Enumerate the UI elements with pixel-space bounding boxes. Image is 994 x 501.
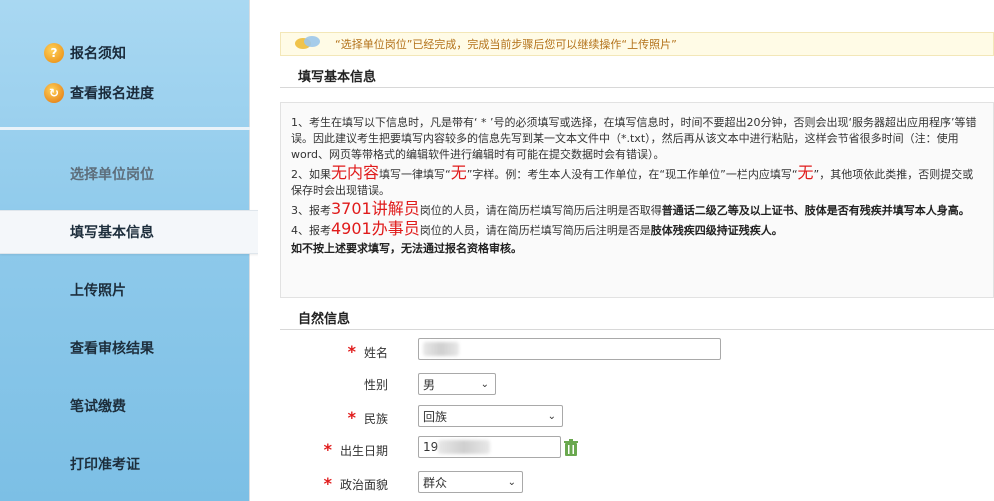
sidebar-link-progress-label: 查看报名进度 (70, 86, 154, 102)
sidebar-top-links: ? 报名须知 ↻ 查看报名进度 (44, 40, 154, 120)
gender-label-wrap: 性别 (258, 376, 388, 393)
trash-icon[interactable] (563, 439, 579, 457)
rule-4-a: 4、报考 (291, 224, 331, 237)
political-label: 政治面貌 (339, 478, 388, 492)
chevron-down-icon: ⌄ (480, 378, 489, 390)
ethnicity-label-wrap: * 民族 (258, 408, 388, 427)
rule-2-emph-1: 无内容 (331, 163, 380, 182)
birthdate-value: 19 (423, 440, 439, 454)
required-star: * (323, 474, 332, 493)
rule-4-bold: 肢体残疾四级持证残疾人。 (650, 224, 783, 237)
required-star: * (347, 408, 356, 427)
sidebar-link-notice-label: 报名须知 (70, 46, 126, 62)
rule-4: 4、报考4901办事员岗位的人员，请在简历栏填写简历后注明是否是肢体残疾四级持证… (291, 221, 983, 239)
chevron-down-icon: ⌄ (507, 476, 516, 488)
step-exam-payment[interactable]: 笔试缴费 (0, 384, 250, 428)
required-star: * (323, 440, 332, 459)
step-basic-info[interactable]: 填写基本信息 (0, 210, 259, 254)
step-select-position: 选择单位岗位 (0, 152, 250, 196)
rule-5-bold: 如不按上述要求填写，无法通过报名资格审核。 (291, 242, 522, 255)
rule-3-emph: 3701讲解员 (331, 199, 420, 218)
political-label-wrap: * 政治面貌 (258, 474, 388, 493)
step-label: 笔试缴费 (70, 399, 126, 415)
redacted-name (423, 342, 459, 356)
chat-bubbles-icon (295, 36, 321, 52)
sidebar-link-notice[interactable]: ? 报名须知 (44, 40, 154, 66)
gender-select[interactable]: 男 ⌄ (418, 373, 496, 395)
rules-box: 1、考生在填写以下信息时，凡是带有‘ * ’号的必须填写或选择，在填写信息时，时… (280, 102, 994, 298)
name-label: 姓名 (363, 346, 388, 360)
gender-value: 男 (423, 377, 436, 392)
redacted-birthdate (438, 440, 491, 454)
notice-bar: “选择单位岗位”已经完成，完成当前步骤后您可以继续操作“上传照片” (280, 32, 994, 56)
required-star: * (347, 342, 356, 361)
name-label-wrap: * 姓名 (258, 342, 388, 361)
section-title-natural-info: 自然信息 (280, 306, 994, 330)
step-print-admission[interactable]: 打印准考证 (0, 442, 250, 486)
step-label: 选择单位岗位 (70, 167, 154, 183)
sidebar-divider (0, 127, 250, 130)
birthdate-label: 出生日期 (339, 444, 388, 458)
birthdate-input[interactable]: 19 (418, 436, 561, 458)
step-review-result[interactable]: 查看审核结果 (0, 326, 250, 370)
rule-3-b: 岗位的人员，请在简历栏填写简历后注明是否取得 (419, 204, 662, 217)
notice-text: “选择单位岗位”已经完成，完成当前步骤后您可以继续操作“上传照片” (335, 38, 677, 51)
rule-2-b: 填写一律填写“ (379, 168, 451, 181)
step-upload-photo[interactable]: 上传照片 (0, 268, 250, 312)
rule-2-emph-3: 无 (797, 163, 814, 182)
gender-label: 性别 (363, 378, 388, 392)
rule-5: 如不按上述要求填写，无法通过报名资格审核。 (291, 241, 983, 257)
step-label: 查看审核结果 (70, 341, 154, 357)
political-value: 群众 (423, 475, 448, 490)
ethnicity-label: 民族 (363, 412, 388, 426)
ethnicity-select[interactable]: 回族 ⌄ (418, 405, 563, 427)
rule-3: 3、报考3701讲解员岗位的人员，请在简历栏填写简历后注明是否取得普通话二级乙等… (291, 201, 983, 219)
rule-2-emph-2: 无 (450, 163, 467, 182)
name-input[interactable] (418, 338, 721, 360)
birthdate-label-wrap: * 出生日期 (258, 440, 388, 459)
step-label: 打印准考证 (70, 457, 140, 473)
info-icon: ? (44, 43, 64, 63)
rule-4-b: 岗位的人员，请在简历栏填写简历后注明是否是 (419, 224, 651, 237)
rule-2: 2、如果无内容填写一律填写“无”字样。例：考生本人没有工作单位，在“现工作单位”… (291, 165, 983, 199)
sidebar-link-progress[interactable]: ↻ 查看报名进度 (44, 80, 154, 106)
rule-3-bold: 普通话二级乙等及以上证书、肢体是否有残疾并填写本人身高。 (661, 204, 970, 217)
ethnicity-value: 回族 (423, 409, 448, 424)
step-label: 填写基本信息 (70, 225, 154, 241)
rule-1: 1、考生在填写以下信息时，凡是带有‘ * ’号的必须填写或选择，在填写信息时，时… (291, 116, 977, 161)
sidebar: ? 报名须知 ↻ 查看报名进度 选择单位岗位 填写基本信息 上传照片 查看审核结… (0, 0, 259, 501)
rule-4-emph: 4901办事员 (331, 219, 420, 238)
political-select[interactable]: 群众 ⌄ (418, 471, 523, 493)
section-title-basic-info: 填写基本信息 (280, 64, 994, 88)
rule-2-a: 2、如果 (291, 168, 331, 181)
main-content: “选择单位岗位”已经完成，完成当前步骤后您可以继续操作“上传照片” 填写基本信息… (258, 0, 994, 501)
rule-2-c: ”字样。例：考生本人没有工作单位，在“现工作单位”一栏内应填写“ (466, 168, 798, 181)
rule-3-a: 3、报考 (291, 204, 331, 217)
progress-icon: ↻ (44, 83, 64, 103)
chevron-down-icon: ⌄ (547, 410, 556, 422)
step-label: 上传照片 (70, 283, 126, 299)
